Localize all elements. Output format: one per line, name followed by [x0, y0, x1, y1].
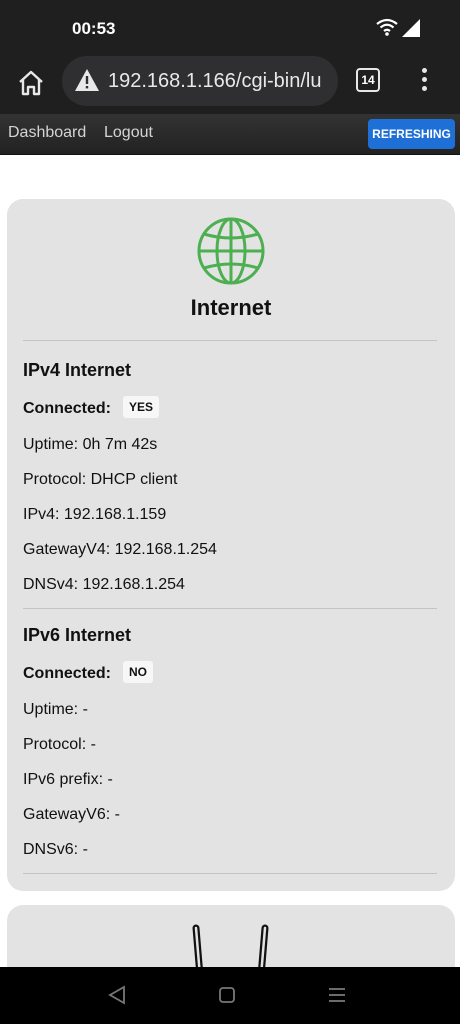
status-time: 00:53 [72, 19, 116, 38]
ipv4-gateway: GatewayV4: 192.168.1.254 [23, 541, 217, 558]
signal-icon [402, 19, 420, 42]
screen: 00:53 192.168.1.166/cgi-bin/lu 14 Dashbo… [0, 0, 460, 1024]
ipv6-prefix: IPv6 prefix: - [23, 771, 113, 788]
status-badge: NO [123, 661, 153, 683]
more-vert-icon[interactable] [414, 68, 434, 96]
divider [23, 873, 437, 874]
status-badge: YES [123, 396, 160, 418]
ipv4-dns: DNSv4: 192.168.1.254 [23, 576, 185, 593]
divider [23, 608, 437, 609]
back-icon[interactable] [108, 985, 126, 1010]
home-square-icon[interactable] [218, 985, 236, 1010]
url-text[interactable]: 192.168.1.166/cgi-bin/lu [108, 70, 322, 93]
globe-icon [196, 216, 266, 291]
internet-card: Internet IPv4 Internet Connected: YES Upt… [7, 199, 455, 891]
page-navbar: Dashboard Logout REFRESHING [0, 114, 460, 155]
connected-label: Connected: [23, 665, 111, 683]
browser-toolbar: 192.168.1.166/cgi-bin/lu 14 [0, 56, 460, 114]
ipv4-address: IPv4: 192.168.1.159 [23, 506, 167, 523]
ipv6-connected-row: Connected: NO [23, 661, 153, 685]
warning-icon[interactable] [74, 68, 100, 97]
wifi-icon [376, 18, 398, 41]
ipv6-uptime: Uptime: - [23, 701, 88, 718]
ipv6-protocol: Protocol: - [23, 736, 96, 753]
ipv4-protocol: Protocol: DHCP client [23, 471, 178, 488]
ipv6-gateway: GatewayV6: - [23, 806, 120, 823]
nav-dashboard-link[interactable]: Dashboard [8, 124, 86, 142]
tab-switcher-button[interactable]: 14 [356, 68, 380, 92]
address-bar[interactable]: 192.168.1.166/cgi-bin/lu [62, 56, 338, 106]
ipv6-heading: IPv6 Internet [23, 625, 132, 645]
system-nav-bar [0, 967, 460, 1024]
home-icon[interactable] [14, 66, 48, 100]
refreshing-button[interactable]: REFRESHING [368, 119, 455, 149]
ipv4-heading: IPv4 Internet [23, 360, 132, 380]
nav-logout-link[interactable]: Logout [104, 124, 153, 142]
card-title: Internet [190, 295, 272, 320]
ipv4-uptime: Uptime: 0h 7m 42s [23, 436, 158, 453]
recents-icon[interactable] [328, 985, 346, 1010]
connected-label: Connected: [23, 400, 111, 418]
status-bar: 00:53 [0, 0, 460, 56]
ipv4-connected-row: Connected: YES [23, 396, 160, 420]
ipv6-dns: DNSv6: - [23, 841, 88, 858]
divider [23, 340, 437, 341]
